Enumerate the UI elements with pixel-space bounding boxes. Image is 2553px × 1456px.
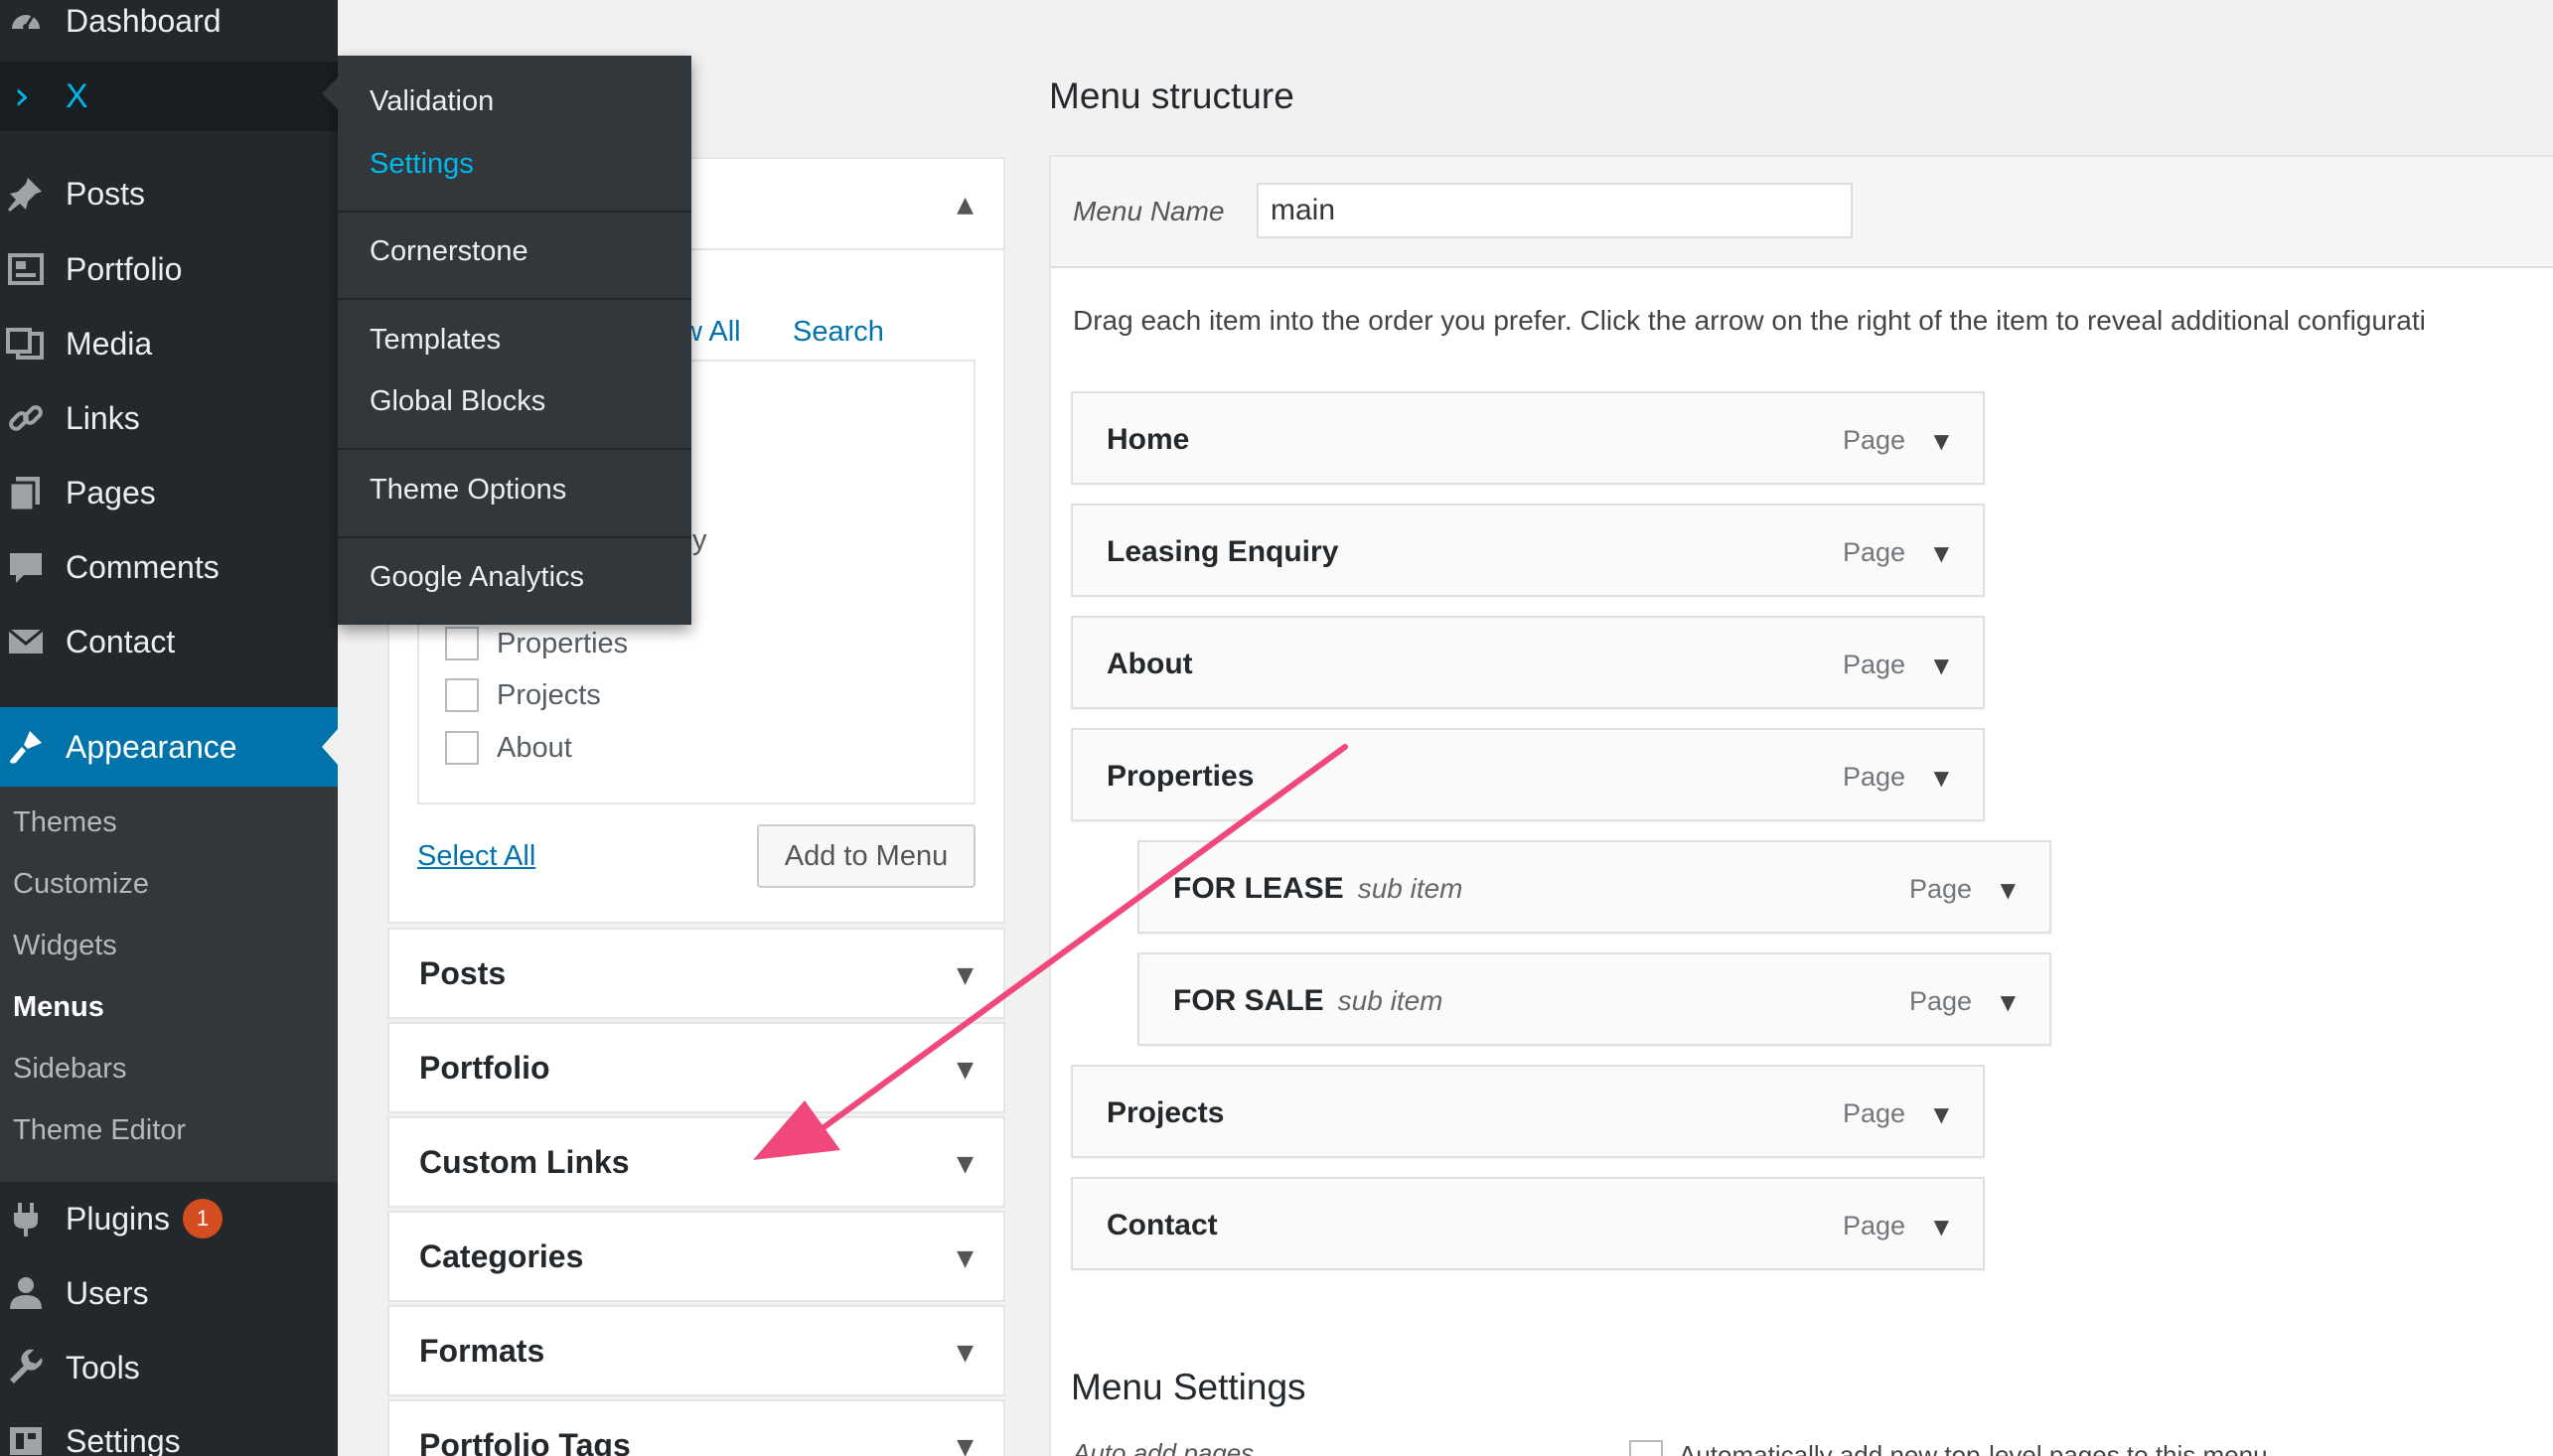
annotation-arrow-icon xyxy=(753,744,1348,1160)
